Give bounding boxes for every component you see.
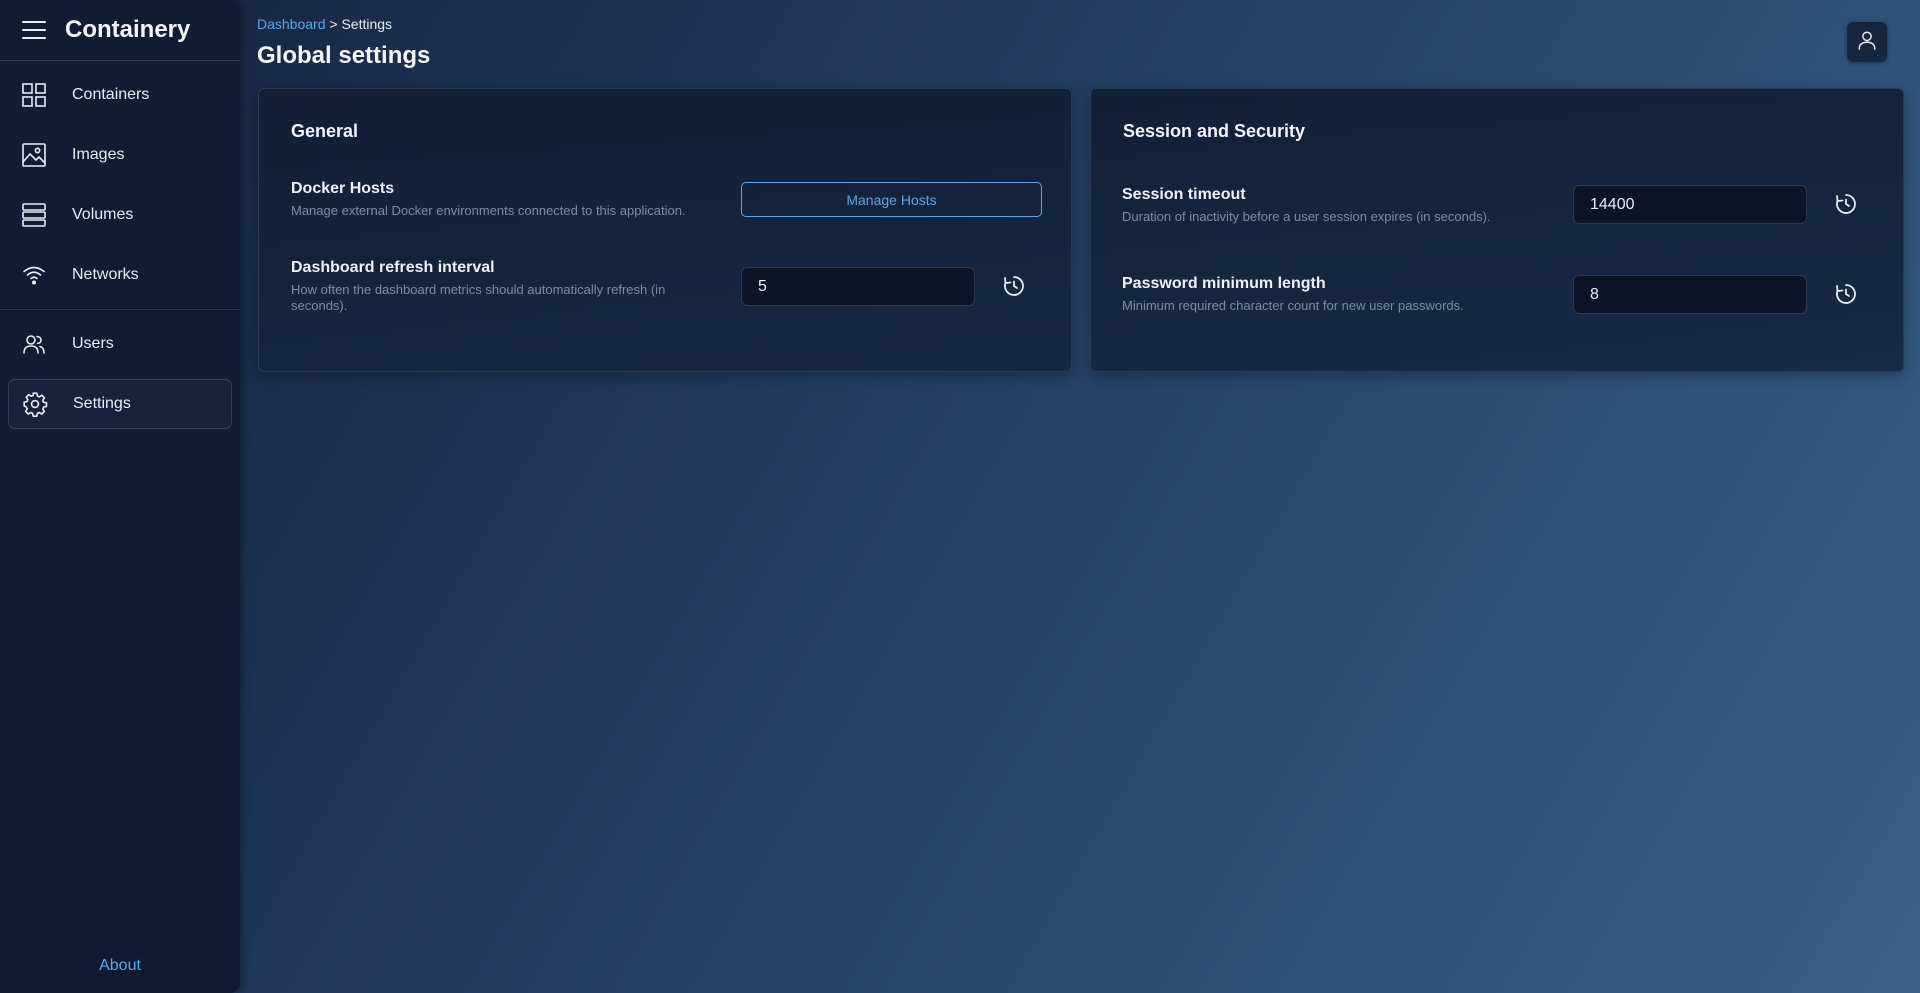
user-icon: [1856, 29, 1878, 56]
app-brand: Containery: [65, 16, 191, 43]
page-title: Global settings: [257, 42, 431, 69]
grid-icon: [21, 82, 47, 108]
users-icon: [21, 331, 47, 357]
password-min-length-label: Password minimum length: [1122, 275, 1326, 292]
breadcrumb-current: Settings: [341, 16, 393, 32]
gear-icon: [22, 391, 48, 417]
wifi-icon: [21, 262, 47, 288]
sidebar: Containery Containers Images Volumes Net…: [0, 0, 240, 993]
reset-refresh-interval-icon[interactable]: [1001, 273, 1027, 299]
sidebar-item-volumes[interactable]: Volumes: [8, 190, 232, 240]
reset-password-min-length-icon[interactable]: [1833, 281, 1859, 307]
sidebar-item-label: Containers: [72, 86, 150, 103]
manage-hosts-button[interactable]: Manage Hosts: [741, 182, 1042, 217]
reset-session-timeout-icon[interactable]: [1833, 191, 1859, 217]
stack-icon: [21, 202, 47, 228]
sidebar-item-label: Images: [72, 146, 125, 163]
refresh-interval-input[interactable]: [741, 267, 975, 306]
sidebar-divider: [0, 309, 240, 310]
card-title: Session and Security: [1123, 121, 1306, 141]
docker-hosts-description: Manage external Docker environments conn…: [291, 203, 686, 218]
breadcrumb-separator: >: [329, 16, 338, 32]
about-link[interactable]: About: [0, 957, 240, 975]
card-title: General: [291, 121, 359, 141]
sidebar-item-containers[interactable]: Containers: [8, 70, 232, 120]
sidebar-item-networks[interactable]: Networks: [8, 250, 232, 300]
image-icon: [21, 142, 47, 168]
sidebar-header: Containery: [0, 0, 240, 61]
sidebar-item-settings[interactable]: Settings: [8, 379, 232, 429]
session-timeout-label: Session timeout: [1122, 186, 1246, 203]
session-security-card: Session and Security Session timeout Dur…: [1090, 88, 1904, 372]
sidebar-item-label: Settings: [73, 395, 131, 412]
sidebar-item-label: Users: [72, 335, 114, 352]
password-min-length-input[interactable]: [1573, 275, 1807, 314]
sidebar-item-users[interactable]: Users: [8, 319, 232, 369]
sidebar-item-label: Networks: [72, 266, 139, 283]
sidebar-item-images[interactable]: Images: [8, 130, 232, 180]
breadcrumb: Dashboard > Settings: [257, 16, 392, 32]
sidebar-item-label: Volumes: [72, 206, 134, 223]
user-menu-button[interactable]: [1847, 22, 1887, 62]
refresh-interval-description: How often the dashboard metrics should a…: [291, 282, 666, 313]
breadcrumb-dashboard-link[interactable]: Dashboard: [257, 16, 326, 32]
refresh-interval-label: Dashboard refresh interval: [291, 259, 495, 276]
session-timeout-description: Duration of inactivity before a user ses…: [1122, 209, 1491, 224]
docker-hosts-label: Docker Hosts: [291, 180, 395, 197]
hamburger-menu-icon[interactable]: [22, 20, 48, 40]
session-timeout-input[interactable]: [1573, 185, 1807, 224]
general-settings-card: General Docker Hosts Manage external Doc…: [258, 88, 1072, 372]
password-min-length-description: Minimum required character count for new…: [1122, 298, 1464, 313]
